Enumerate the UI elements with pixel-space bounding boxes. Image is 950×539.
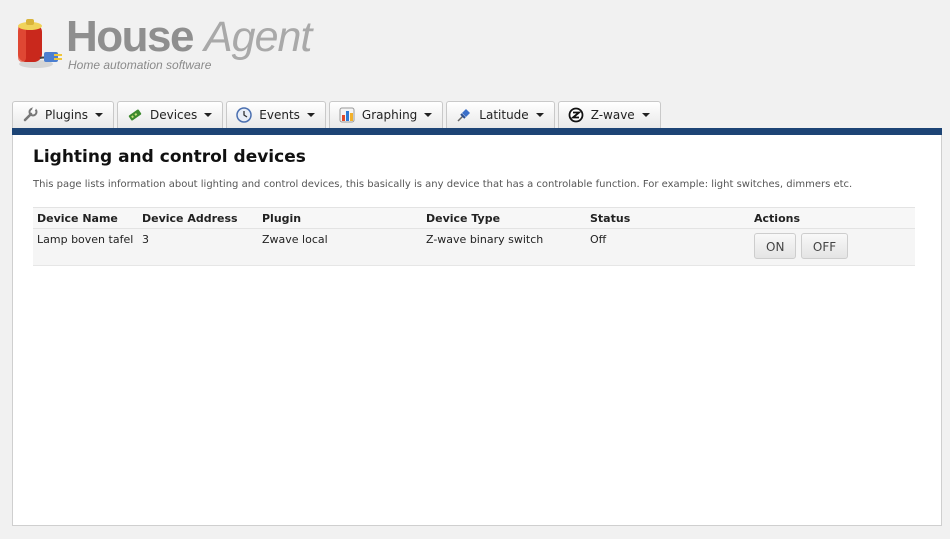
chevron-down-icon bbox=[306, 113, 315, 117]
table-header-row: Device Name Device Address Plugin Device… bbox=[33, 207, 915, 229]
wrench-icon bbox=[23, 107, 38, 122]
zwave-icon bbox=[568, 107, 584, 123]
battery-plug-logo-icon bbox=[18, 19, 62, 68]
page-description: This page lists information about lighti… bbox=[33, 179, 853, 190]
tab-plugins-label: Plugins bbox=[45, 108, 88, 122]
chevron-down-icon bbox=[641, 113, 650, 117]
tab-zwave-label: Z-wave bbox=[590, 108, 635, 122]
cell-device-name: Lamp boven tafel bbox=[33, 228, 138, 266]
clock-icon bbox=[236, 107, 253, 123]
logo-tagline: Home automation software bbox=[68, 58, 212, 72]
tab-zwave[interactable]: Z-wave bbox=[557, 101, 661, 128]
tab-latitude-label: Latitude bbox=[479, 108, 529, 122]
main-nav: Plugins Devices Events Graphing Latitude… bbox=[12, 101, 664, 129]
logo: House Agent Home automation software bbox=[14, 12, 334, 84]
column-header-device-name: Device Name bbox=[33, 207, 138, 229]
cell-actions: ON OFF bbox=[750, 228, 915, 266]
off-button[interactable]: OFF bbox=[800, 233, 849, 259]
tab-devices[interactable]: Devices bbox=[116, 101, 224, 128]
column-header-status: Status bbox=[586, 207, 750, 229]
tab-graphing[interactable]: Graphing bbox=[328, 101, 444, 128]
cell-device-address: 3 bbox=[138, 228, 258, 266]
nav-bar-stripe bbox=[12, 128, 942, 135]
page-title: Lighting and control devices bbox=[33, 147, 306, 167]
tab-events-label: Events bbox=[259, 108, 300, 122]
cell-plugin: Zwave local bbox=[258, 228, 422, 266]
chart-icon bbox=[339, 107, 355, 123]
chevron-down-icon bbox=[535, 113, 544, 117]
cell-status: Off bbox=[586, 228, 750, 266]
chevron-down-icon bbox=[94, 113, 103, 117]
on-button[interactable]: ON bbox=[754, 233, 797, 259]
logo-text-house: House bbox=[66, 12, 194, 61]
cell-device-type: Z-wave binary switch bbox=[422, 228, 586, 266]
tab-graphing-label: Graphing bbox=[361, 108, 418, 122]
tab-latitude[interactable]: Latitude bbox=[446, 101, 555, 128]
circuit-board-icon bbox=[128, 109, 142, 121]
chevron-down-icon bbox=[424, 113, 433, 117]
content-panel: Lighting and control devices This page l… bbox=[12, 135, 942, 526]
pushpin-icon bbox=[457, 109, 471, 122]
table-row: Lamp boven tafel 3 Zwave local Z-wave bi… bbox=[33, 228, 915, 266]
column-header-actions: Actions bbox=[750, 207, 915, 229]
column-header-plugin: Plugin bbox=[258, 207, 422, 229]
logo-text-agent: Agent bbox=[204, 13, 312, 61]
column-header-device-address: Device Address bbox=[138, 207, 258, 229]
chevron-down-icon bbox=[204, 113, 213, 117]
tab-events[interactable]: Events bbox=[226, 101, 326, 128]
devices-table: Device Name Device Address Plugin Device… bbox=[33, 207, 915, 266]
column-header-device-type: Device Type bbox=[422, 207, 586, 229]
tab-plugins[interactable]: Plugins bbox=[12, 101, 114, 128]
tab-devices-label: Devices bbox=[149, 108, 198, 122]
